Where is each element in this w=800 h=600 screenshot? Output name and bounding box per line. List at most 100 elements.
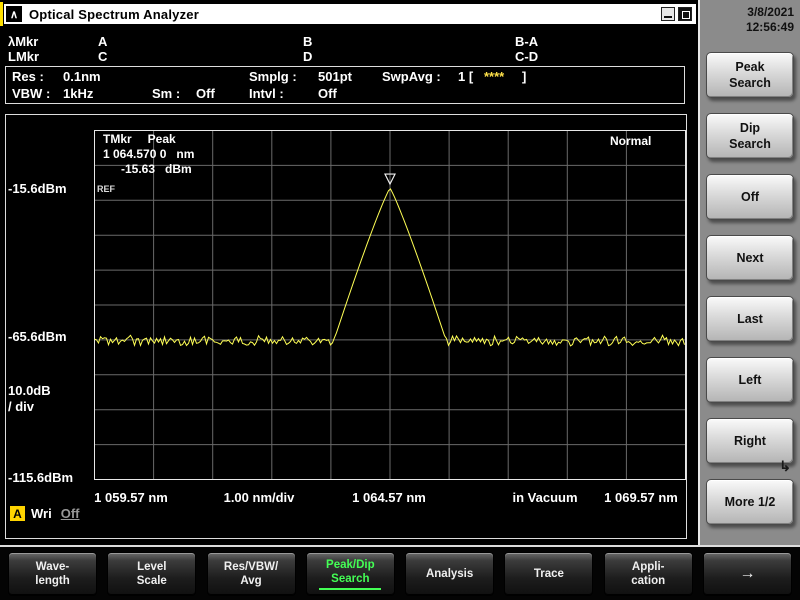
- x-axis-medium-label: in Vacuum: [512, 490, 577, 505]
- y-axis-mid-label: -65.6dBm: [8, 329, 67, 344]
- fkey-label: cation: [631, 574, 665, 588]
- trace-write-mode: Wri: [31, 506, 52, 521]
- x-axis-right-label: 1 069.57 nm: [604, 490, 678, 505]
- tmkr-wavelength-unit: nm: [176, 147, 194, 161]
- tmkr-wavelength: 1 064.570 0: [103, 147, 166, 161]
- trace-state: Off: [61, 506, 80, 521]
- fkey-more-right-arrow[interactable]: →: [703, 552, 792, 596]
- fkey-peak-dip-search[interactable]: Peak/Dip Search: [306, 552, 395, 596]
- sm-value: Off: [196, 87, 215, 101]
- clock-date: 3/8/2021: [700, 5, 794, 20]
- fkey-application[interactable]: Appli- cation: [604, 552, 693, 596]
- y-axis-ref-label: -15.6dBm: [8, 181, 67, 196]
- function-key-bar: Wave- length Level Scale Res/VBW/ Avg Pe…: [0, 545, 800, 600]
- res-value: 0.1nm: [63, 70, 101, 84]
- level-marker-label: LMkr: [8, 49, 39, 64]
- fkey-label: length: [35, 574, 70, 588]
- marker-c: C: [98, 49, 107, 64]
- marker-c-minus-d: C-D: [515, 49, 538, 64]
- marker-b-minus-a: B-A: [515, 34, 538, 49]
- fkey-label: Appli-: [632, 560, 665, 574]
- sm-label: Sm :: [152, 87, 180, 101]
- softkey-off[interactable]: Off: [706, 174, 794, 220]
- softkey-label: Off: [741, 189, 759, 205]
- x-axis-div-label: 1.00 nm/div: [224, 490, 295, 505]
- softkey-label: Dip: [740, 120, 760, 136]
- more-pages-arrow-icon: ↳: [779, 458, 791, 475]
- trace-marker-readout: TMkr Peak 1 064.570 0 nm -15.63 dBm: [103, 132, 194, 177]
- window-controls: [661, 7, 692, 21]
- trace-display-mode: Normal: [610, 134, 651, 148]
- clock-time: 12:56:49: [700, 20, 794, 35]
- softkey-last[interactable]: Last: [706, 296, 794, 342]
- intvl-value: Off: [318, 87, 337, 101]
- minimize-button[interactable]: [661, 7, 675, 21]
- window-title: Optical Spectrum Analyzer: [29, 7, 199, 22]
- softkey-label: Right: [734, 433, 766, 449]
- tmkr-label: TMkr: [103, 132, 132, 146]
- fkey-wavelength[interactable]: Wave- length: [8, 552, 97, 596]
- y-axis-bottom-label: -115.6dBm: [8, 470, 73, 485]
- sweep-settings-panel: Res : 0.1nm Smplg : 501pt SwpAvg : 1 [ *…: [5, 66, 685, 104]
- lambda-marker-label: λMkr: [8, 34, 38, 49]
- softkey-peak-search[interactable]: Peak Search: [706, 52, 794, 98]
- tmkr-level: -15.63: [121, 162, 155, 176]
- softkey-label: Peak: [735, 59, 764, 75]
- anritsu-logo-icon: ∧: [6, 6, 22, 22]
- res-label: Res :: [12, 70, 44, 84]
- tmkr-type: Peak: [148, 132, 176, 146]
- swpavg-progress: ****: [484, 70, 504, 84]
- fkey-trace[interactable]: Trace: [504, 552, 593, 596]
- vbw-label: VBW :: [12, 87, 50, 101]
- spectrum-plot: [94, 130, 686, 480]
- swpavg-value: 1 [: [458, 70, 473, 84]
- fkey-level-scale[interactable]: Level Scale: [107, 552, 196, 596]
- fkey-res-vbw-avg[interactable]: Res/VBW/ Avg: [207, 552, 296, 596]
- title-bar: ∧ Optical Spectrum Analyzer: [4, 4, 696, 24]
- fkey-label: Peak/Dip: [326, 558, 375, 572]
- fkey-label: Avg: [240, 574, 261, 588]
- marker-b: B: [303, 34, 312, 49]
- tmkr-level-unit: dBm: [165, 162, 192, 176]
- vbw-value: 1kHz: [63, 87, 93, 101]
- smplg-value: 501pt: [318, 70, 352, 84]
- fkey-label: Trace: [534, 567, 564, 581]
- y-axis-scale-unit: / div: [8, 399, 34, 414]
- softkey-panel: 3/8/2021 12:56:49 Peak Search Dip Search…: [698, 0, 800, 545]
- softkey-label: Search: [729, 136, 771, 152]
- softkey-dip-search[interactable]: Dip Search: [706, 113, 794, 159]
- softkey-left[interactable]: Left: [706, 357, 794, 403]
- marker-a: A: [98, 34, 107, 49]
- right-arrow-icon: →: [739, 567, 755, 581]
- softkey-label: Search: [729, 75, 771, 91]
- softkey-label: More 1/2: [725, 494, 776, 510]
- marker-d: D: [303, 49, 312, 64]
- ref-level-label: REF: [97, 184, 115, 194]
- marker-bar-row2: LMkr C D C-D: [8, 49, 692, 64]
- fkey-analysis[interactable]: Analysis: [405, 552, 494, 596]
- softkey-next[interactable]: Next: [706, 235, 794, 281]
- maximize-button[interactable]: [678, 7, 692, 21]
- smplg-label: Smplg :: [249, 70, 297, 84]
- marker-bar-row1: λMkr A B B-A: [8, 34, 692, 49]
- fkey-label: Scale: [137, 574, 167, 588]
- fkey-label: Wave-: [36, 560, 69, 574]
- fkey-label: Analysis: [426, 567, 473, 581]
- x-axis-left-label: 1 059.57 nm: [94, 490, 168, 505]
- softkey-label: Last: [737, 311, 763, 327]
- swpavg-label: SwpAvg :: [382, 70, 441, 84]
- intvl-label: Intvl :: [249, 87, 284, 101]
- y-axis-scale-label: 10.0dB: [8, 383, 51, 398]
- fkey-label: Level: [137, 560, 166, 574]
- softkey-more[interactable]: More 1/2: [706, 479, 794, 525]
- softkey-label: Next: [736, 250, 763, 266]
- swpavg-bracket: ]: [522, 70, 526, 84]
- clock: 3/8/2021 12:56:49: [700, 5, 794, 35]
- trace-status: A Wri Off: [10, 506, 80, 521]
- fkey-label: Res/VBW/: [224, 560, 278, 574]
- edge-accent-stripe: [0, 2, 3, 26]
- x-axis-center-label: 1 064.57 nm: [352, 490, 426, 505]
- active-key-underline: [319, 588, 381, 590]
- osa-screen: ∧ Optical Spectrum Analyzer λMkr A B B-A…: [0, 0, 800, 600]
- fkey-label: Search: [331, 572, 369, 586]
